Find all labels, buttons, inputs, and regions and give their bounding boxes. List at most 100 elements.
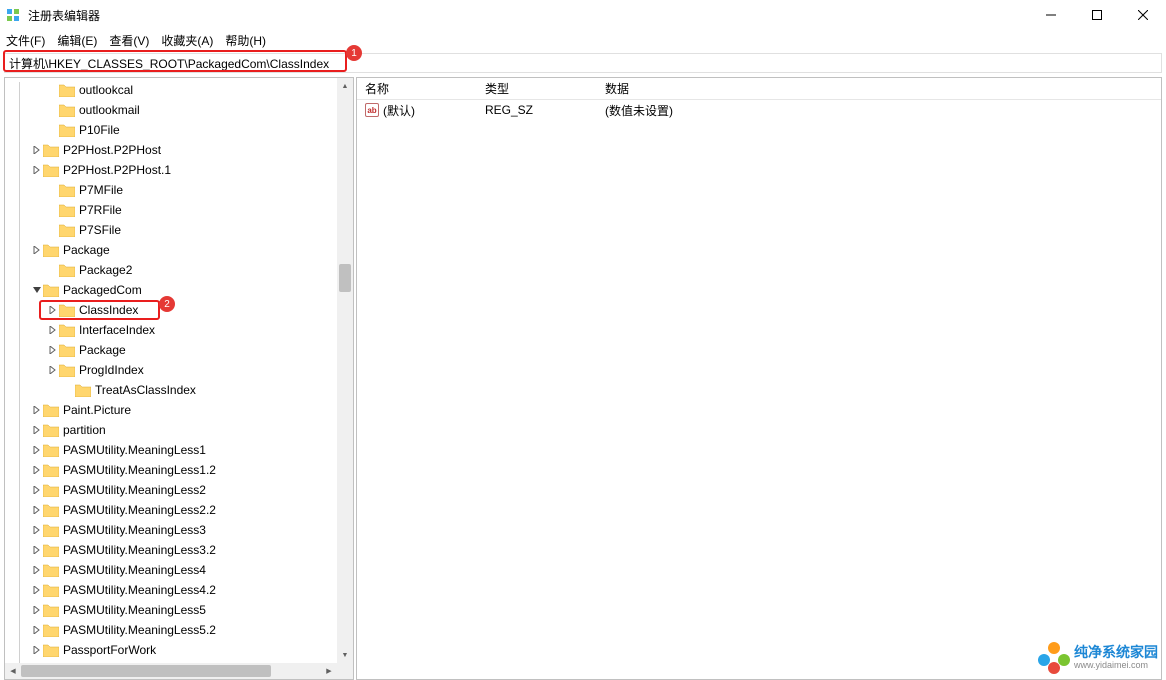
tree-item[interactable]: PASMUtility.MeaningLess1 xyxy=(5,440,353,460)
minimize-button[interactable] xyxy=(1028,0,1074,30)
tree-item[interactable]: ClassIndex xyxy=(5,300,353,320)
menu-help[interactable]: 帮助(H) xyxy=(225,32,266,49)
chevron-down-icon[interactable] xyxy=(29,283,43,297)
menu-file[interactable]: 文件(F) xyxy=(6,32,45,49)
values-header: 名称 类型 数据 xyxy=(357,78,1161,100)
tree-item-label: outlookcal xyxy=(79,83,133,97)
tree-item[interactable]: PASMUtility.MeaningLess5 xyxy=(5,600,353,620)
tree-item[interactable]: PASMUtility.MeaningLess2.2 xyxy=(5,500,353,520)
tree-scrollbar-horizontal[interactable]: ◀ ▶ xyxy=(5,663,337,679)
tree-item[interactable]: PASMUtility.MeaningLess4 xyxy=(5,560,353,580)
menu-edit[interactable]: 编辑(E) xyxy=(57,32,97,49)
folder-icon xyxy=(43,404,59,417)
address-bar[interactable]: 计算机\HKEY_CLASSES_ROOT\PackagedCom\ClassI… xyxy=(4,53,1162,73)
folder-icon xyxy=(59,344,75,357)
tree-item[interactable]: InterfaceIndex xyxy=(5,320,353,340)
chevron-right-icon[interactable] xyxy=(29,623,43,637)
chevron-right-icon[interactable] xyxy=(29,443,43,457)
chevron-right-icon[interactable] xyxy=(29,163,43,177)
tree-item-label: P10File xyxy=(79,123,120,137)
folder-icon xyxy=(59,84,75,97)
value-name: (默认) xyxy=(383,102,415,119)
folder-icon xyxy=(43,564,59,577)
address-path: 计算机\HKEY_CLASSES_ROOT\PackagedCom\ClassI… xyxy=(9,55,1157,72)
chevron-right-icon[interactable] xyxy=(29,483,43,497)
tree-item[interactable]: PASMUtility.MeaningLess4.2 xyxy=(5,580,353,600)
chevron-right-icon[interactable] xyxy=(29,563,43,577)
folder-icon xyxy=(43,164,59,177)
col-name[interactable]: 名称 xyxy=(357,78,477,99)
chevron-right-icon[interactable] xyxy=(29,463,43,477)
scroll-left-button[interactable]: ◀ xyxy=(5,663,21,679)
expander-placeholder xyxy=(45,123,59,137)
tree-item[interactable]: P7SFile xyxy=(5,220,353,240)
value-type: REG_SZ xyxy=(477,103,597,117)
col-type[interactable]: 类型 xyxy=(477,78,597,99)
chevron-right-icon[interactable] xyxy=(45,323,59,337)
expander-placeholder xyxy=(45,263,59,277)
chevron-right-icon[interactable] xyxy=(29,243,43,257)
tree-scrollbar-vertical[interactable]: ▲ ▼ xyxy=(337,78,353,663)
tree-item[interactable]: PackagedCom xyxy=(5,280,353,300)
menu-favorites[interactable]: 收藏夹(A) xyxy=(161,32,213,49)
tree-item[interactable]: PASMUtility.MeaningLess2 xyxy=(5,480,353,500)
scroll-down-button[interactable]: ▼ xyxy=(337,647,353,663)
window-controls xyxy=(1028,0,1166,30)
scroll-track-h[interactable] xyxy=(21,663,321,679)
tree-item[interactable]: PASMUtility.MeaningLess3.2 xyxy=(5,540,353,560)
chevron-right-icon[interactable] xyxy=(29,583,43,597)
tree-item[interactable]: Package xyxy=(5,240,353,260)
folder-icon xyxy=(43,464,59,477)
tree-item[interactable]: P10File xyxy=(5,120,353,140)
chevron-right-icon[interactable] xyxy=(45,303,59,317)
tree-item[interactable]: partition xyxy=(5,420,353,440)
close-button[interactable] xyxy=(1120,0,1166,30)
chevron-right-icon[interactable] xyxy=(45,363,59,377)
tree-item[interactable]: Package xyxy=(5,340,353,360)
chevron-right-icon[interactable] xyxy=(29,143,43,157)
tree-item[interactable]: PassportForWork xyxy=(5,640,353,660)
tree-item-label: Package xyxy=(79,343,126,357)
tree-item[interactable]: P2PHost.P2PHost.1 xyxy=(5,160,353,180)
tree-item[interactable]: P2PHost.P2PHost xyxy=(5,140,353,160)
scroll-thumb-v[interactable] xyxy=(339,264,351,292)
chevron-right-icon[interactable] xyxy=(29,523,43,537)
scroll-right-button[interactable]: ▶ xyxy=(321,663,337,679)
tree-item[interactable]: TreatAsClassIndex xyxy=(5,380,353,400)
chevron-right-icon[interactable] xyxy=(45,343,59,357)
scroll-thumb-h[interactable] xyxy=(21,665,271,677)
content: outlookcal outlookmail P10File P2PHost.P2PH… xyxy=(0,75,1166,680)
chevron-right-icon[interactable] xyxy=(29,543,43,557)
chevron-right-icon[interactable] xyxy=(29,423,43,437)
chevron-right-icon[interactable] xyxy=(29,403,43,417)
tree-item[interactable]: ProgIdIndex xyxy=(5,360,353,380)
tree-item[interactable]: outlookcal xyxy=(5,80,353,100)
tree-item-label: partition xyxy=(63,423,106,437)
tree-item[interactable]: Paint.Picture xyxy=(5,400,353,420)
value-row[interactable]: ab (默认) REG_SZ (数值未设置) xyxy=(357,100,1161,120)
tree-item-label: PASMUtility.MeaningLess3.2 xyxy=(63,543,216,557)
tree-item[interactable]: P7RFile xyxy=(5,200,353,220)
tree-item[interactable]: PASMUtility.MeaningLess3 xyxy=(5,520,353,540)
folder-icon xyxy=(43,484,59,497)
chevron-right-icon[interactable] xyxy=(29,643,43,657)
scroll-track-v[interactable] xyxy=(337,94,353,647)
registry-tree[interactable]: outlookcal outlookmail P10File P2PHost.P2PH… xyxy=(5,78,353,662)
tree-item[interactable]: outlookmail xyxy=(5,100,353,120)
chevron-right-icon[interactable] xyxy=(29,603,43,617)
tree-item-label: PASMUtility.MeaningLess5 xyxy=(63,603,206,617)
tree-item[interactable]: P7MFile xyxy=(5,180,353,200)
tree-item[interactable]: Package2 xyxy=(5,260,353,280)
col-data[interactable]: 数据 xyxy=(597,78,1161,99)
tree-item[interactable]: PASMUtility.MeaningLess5.2 xyxy=(5,620,353,640)
tree-item-label: outlookmail xyxy=(79,103,140,117)
menu-view[interactable]: 查看(V) xyxy=(109,32,149,49)
tree-item[interactable]: PASMUtility.MeaningLess1.2 xyxy=(5,460,353,480)
chevron-right-icon[interactable] xyxy=(29,503,43,517)
expander-placeholder xyxy=(61,383,75,397)
scroll-up-button[interactable]: ▲ xyxy=(337,78,353,94)
maximize-button[interactable] xyxy=(1074,0,1120,30)
tree-item-label: PASMUtility.MeaningLess2 xyxy=(63,483,206,497)
tree-item-label: PASMUtility.MeaningLess2.2 xyxy=(63,503,216,517)
folder-icon xyxy=(59,364,75,377)
